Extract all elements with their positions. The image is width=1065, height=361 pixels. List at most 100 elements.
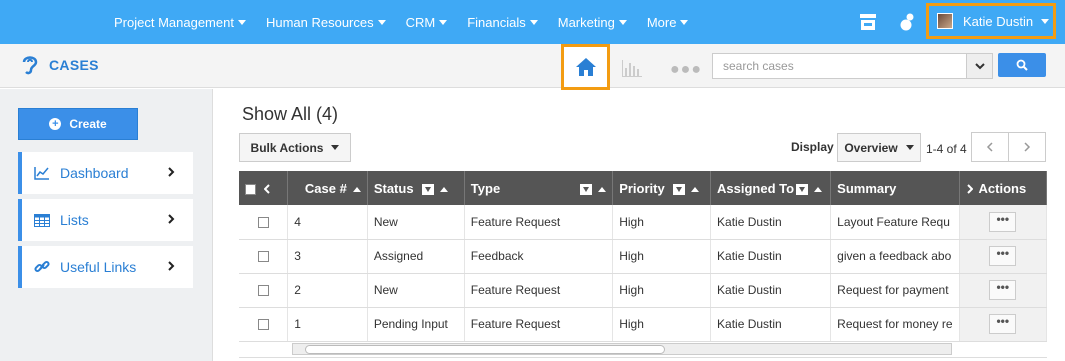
home-button[interactable]	[561, 44, 610, 90]
header-label: Type	[470, 180, 501, 196]
header-label: Actions	[978, 180, 1027, 196]
chevron-left-icon[interactable]	[263, 184, 271, 194]
row-checkbox[interactable]	[257, 319, 269, 331]
row-checkbox[interactable]	[257, 217, 269, 229]
cell-priority: High	[612, 273, 712, 308]
header-label: Status	[373, 180, 414, 196]
scrollbar-thumb[interactable]	[305, 345, 665, 354]
cases-table: Case # Status Type Priority Assigned To …	[239, 171, 1048, 342]
cell-actions: •••	[959, 307, 1048, 342]
row-actions-button[interactable]: •••	[989, 211, 1017, 232]
cell-summary: Request for payment	[830, 273, 960, 308]
cell-assigned-to: Katie Dustin	[710, 205, 832, 240]
sidebar-item-dashboard[interactable]: Dashboard	[18, 152, 193, 194]
cell-assigned-to: Katie Dustin	[710, 239, 832, 274]
cell-priority: High	[612, 307, 712, 342]
sidebar-item-lists[interactable]: Lists	[18, 199, 193, 241]
row-select-cell	[239, 307, 289, 342]
table-row[interactable]: 2 New Feature Request High Katie Dustin …	[239, 273, 1048, 308]
row-select-cell	[239, 273, 289, 308]
chevron-down-icon	[974, 63, 985, 70]
menu-marketing[interactable]: Marketing	[558, 15, 627, 30]
more-dots-icon[interactable]: ●●●	[670, 61, 702, 79]
cell-status: New	[367, 273, 465, 308]
cell-summary: Request for money re	[830, 307, 960, 342]
prev-page-button[interactable]	[971, 132, 1009, 162]
bulk-actions-button[interactable]: Bulk Actions	[239, 133, 351, 162]
menu-label: Financials	[467, 14, 526, 30]
cell-summary: Layout Feature Requ	[830, 205, 960, 240]
search-input[interactable]	[712, 53, 967, 79]
bar-chart-icon[interactable]	[621, 58, 643, 78]
display-value: Overview	[844, 140, 898, 155]
create-button[interactable]: + Create	[18, 108, 138, 140]
filter-icon[interactable]	[672, 183, 685, 195]
store-icon[interactable]	[859, 13, 877, 31]
chevron-right-icon[interactable]	[966, 184, 973, 194]
row-actions-button[interactable]: •••	[989, 246, 1017, 266]
create-label: Create	[69, 117, 107, 131]
line-chart-icon	[34, 166, 52, 180]
caret-down-icon	[905, 145, 914, 150]
header-summary[interactable]: Summary	[830, 171, 960, 205]
header-priority[interactable]: Priority	[612, 171, 712, 205]
user-menu[interactable]: Katie Dustin	[926, 3, 1056, 39]
caret-down-icon	[529, 19, 538, 25]
row-checkbox[interactable]	[257, 251, 269, 263]
cell-assigned-to: Katie Dustin	[710, 273, 832, 308]
caret-down-icon	[1041, 18, 1050, 24]
row-select-cell	[239, 205, 289, 240]
chevron-right-icon	[1024, 142, 1031, 152]
sidebar-item-useful-links[interactable]: Useful Links	[18, 246, 193, 288]
row-checkbox[interactable]	[257, 285, 269, 297]
search-dropdown-button[interactable]	[966, 53, 993, 79]
caret-down-icon	[439, 19, 448, 25]
table-row[interactable]: 4 New Feature Request High Katie Dustin …	[239, 205, 1048, 240]
next-page-button[interactable]	[1008, 132, 1046, 162]
notification-icon[interactable]	[898, 12, 916, 32]
row-actions-button[interactable]: •••	[989, 280, 1017, 300]
main-menu: Project Management Human Resources CRM F…	[114, 0, 708, 44]
cell-case-num: 4	[287, 205, 368, 240]
display-select[interactable]: Overview	[837, 133, 921, 162]
table-grid-icon	[34, 213, 52, 227]
table-header-row: Case # Status Type Priority Assigned To …	[239, 171, 1048, 205]
menu-crm[interactable]: CRM	[406, 15, 448, 30]
menu-financials[interactable]: Financials	[467, 15, 538, 30]
cell-case-num: 2	[287, 273, 368, 308]
menu-project-management[interactable]: Project Management	[114, 15, 246, 30]
menu-more[interactable]: More	[647, 15, 689, 30]
cell-case-num: 1	[287, 307, 368, 342]
filter-icon[interactable]	[580, 183, 593, 195]
sort-up-icon	[814, 186, 823, 192]
search-button[interactable]	[998, 53, 1046, 77]
cell-case-num: 3	[287, 239, 368, 274]
avatar	[937, 13, 953, 29]
sidebar-item-label: Dashboard	[60, 165, 129, 181]
table-row[interactable]: 3 Assigned Feedback High Katie Dustin gi…	[239, 239, 1048, 274]
header-status[interactable]: Status	[367, 171, 465, 205]
header-case-num[interactable]: Case #	[287, 171, 368, 205]
header-type[interactable]: Type	[464, 171, 614, 205]
cell-priority: High	[612, 239, 712, 274]
search-icon	[1016, 59, 1028, 71]
row-actions-button[interactable]: •••	[989, 314, 1017, 334]
horizontal-scrollbar[interactable]	[292, 343, 952, 355]
filter-icon[interactable]	[421, 183, 434, 195]
cell-type: Feature Request	[464, 273, 614, 308]
cell-assigned-to: Katie Dustin	[710, 307, 832, 342]
top-navbar: Project Management Human Resources CRM F…	[0, 0, 1065, 44]
divider	[239, 357, 1047, 358]
caret-down-icon	[618, 19, 627, 25]
select-all-checkbox[interactable]	[245, 183, 256, 195]
table-row[interactable]: 1 Pending Input Feature Request High Kat…	[239, 307, 1048, 342]
row-select-cell	[239, 239, 289, 274]
chevron-right-icon	[168, 261, 175, 271]
filter-icon[interactable]	[796, 183, 809, 195]
cell-type: Feature Request	[464, 205, 614, 240]
cell-actions: •••	[959, 273, 1048, 308]
header-assigned-to[interactable]: Assigned To	[710, 171, 832, 205]
ear-icon	[22, 56, 38, 75]
module-title: CASES	[49, 57, 99, 73]
menu-human-resources[interactable]: Human Resources	[266, 15, 386, 30]
